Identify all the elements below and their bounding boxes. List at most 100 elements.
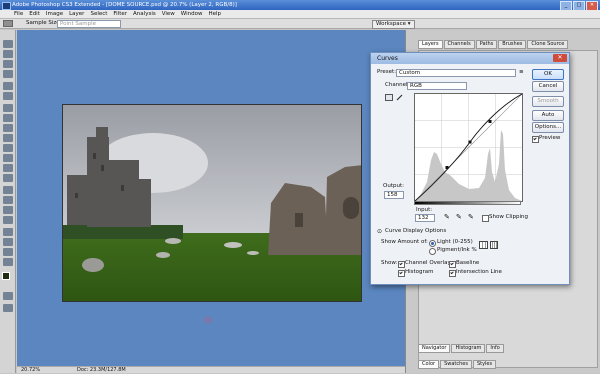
path-selection-tool-icon[interactable] xyxy=(3,206,13,214)
curves-title-bar[interactable]: Curves xyxy=(371,53,569,64)
curves-graph[interactable] xyxy=(414,93,523,202)
healing-brush-tool-icon[interactable] xyxy=(3,104,13,112)
zoom-tool-icon[interactable] xyxy=(3,258,13,266)
clone-stamp-tool-icon[interactable] xyxy=(3,124,13,132)
magic-wand-tool-icon[interactable] xyxy=(3,70,13,78)
histogram-label: Histogram xyxy=(405,269,434,275)
histogram-checkbox[interactable] xyxy=(398,270,405,277)
input-label: Input: xyxy=(416,207,433,213)
preset-select[interactable]: Custom xyxy=(396,69,516,77)
baseline-checkbox[interactable] xyxy=(449,261,456,268)
close-icon[interactable]: ✕ xyxy=(553,54,567,62)
preview-checkbox[interactable] xyxy=(532,136,539,143)
pigment-radio-label: Pigment/Ink % xyxy=(437,247,477,253)
hand-tool-icon[interactable] xyxy=(3,248,13,256)
tab-info[interactable]: Info xyxy=(486,344,504,353)
grid-4x4-icon[interactable] xyxy=(479,241,488,249)
options-button[interactable]: Options... xyxy=(532,122,564,133)
output-field[interactable]: 158 xyxy=(384,191,404,199)
menu-analysis[interactable]: Analysis xyxy=(133,11,156,17)
navigator-panel-tabs: Navigator Histogram Info xyxy=(418,344,504,353)
channel-overlays-label: Channel Overlays xyxy=(405,260,454,266)
menu-select[interactable]: Select xyxy=(90,11,107,17)
cancel-button[interactable]: Cancel xyxy=(532,81,564,92)
intersection-line-checkbox[interactable] xyxy=(449,270,456,277)
curve-display-options-label[interactable]: Curve Display Options xyxy=(385,228,446,235)
show-clipping-checkbox[interactable] xyxy=(482,215,489,222)
black-point-eyedropper-icon[interactable]: ✎ xyxy=(444,214,450,221)
pencil-icon[interactable] xyxy=(396,94,404,101)
color-panel-tabs: Color Swatches Styles xyxy=(418,360,497,369)
ok-button[interactable]: OK xyxy=(532,69,564,80)
channel-overlays-checkbox[interactable] xyxy=(398,261,405,268)
lasso-tool-icon[interactable] xyxy=(3,60,13,68)
input-gradient-bar xyxy=(414,201,521,205)
menu-layer[interactable]: Layer xyxy=(69,11,84,17)
eyedropper-tool-icon[interactable] xyxy=(3,92,13,100)
grid-10x10-icon[interactable] xyxy=(490,241,498,249)
smooth-button[interactable]: Smooth xyxy=(532,96,564,107)
move-tool-icon[interactable] xyxy=(3,40,13,48)
gray-point-eyedropper-icon[interactable]: ✎ xyxy=(456,214,462,221)
curve-point[interactable] xyxy=(445,166,449,169)
intersection-line-label: Intersection Line xyxy=(456,269,502,275)
eyedropper-sample-tool-icon[interactable] xyxy=(3,238,13,246)
curve-edit-points-icon[interactable] xyxy=(385,94,393,101)
preset-label: Preset: xyxy=(377,69,397,75)
preview-label: Preview xyxy=(539,135,561,141)
tab-paths[interactable]: Paths xyxy=(475,40,498,49)
dodge-tool-icon[interactable] xyxy=(3,174,13,182)
tab-channels[interactable]: Channels xyxy=(443,40,475,49)
tab-styles[interactable]: Styles xyxy=(472,360,497,369)
chevron-down-icon[interactable]: ⊙ xyxy=(377,228,382,235)
tab-navigator[interactable]: Navigator xyxy=(418,344,451,353)
input-field[interactable]: 132 xyxy=(415,214,435,222)
tab-brushes[interactable]: Brushes xyxy=(498,40,527,49)
menu-help[interactable]: Help xyxy=(208,11,221,17)
crop-tool-icon[interactable] xyxy=(3,82,13,90)
eyedropper-tool-icon[interactable] xyxy=(3,20,13,27)
menu-image[interactable]: Image xyxy=(46,11,63,17)
auto-button[interactable]: Auto xyxy=(532,110,564,121)
menu-window[interactable]: Window xyxy=(181,11,203,17)
options-bar: Sample Size: Point Sample Workspace ▾ xyxy=(0,19,600,29)
tab-histogram[interactable]: Histogram xyxy=(451,344,486,353)
crosshair-marker-icon xyxy=(205,317,211,323)
gradient-tool-icon[interactable] xyxy=(3,154,13,162)
foreground-color-swatch[interactable] xyxy=(2,272,10,280)
document-image[interactable] xyxy=(62,104,362,302)
channel-select[interactable]: RGB xyxy=(407,82,467,90)
curve-point[interactable] xyxy=(468,140,472,144)
notes-tool-icon[interactable] xyxy=(3,228,13,236)
menu-file[interactable]: File xyxy=(14,11,23,17)
preset-options-icon[interactable]: ≡ xyxy=(519,69,524,76)
menu-edit[interactable]: Edit xyxy=(29,11,40,17)
screen-mode-icon[interactable] xyxy=(3,304,13,312)
tab-color[interactable]: Color xyxy=(418,360,440,369)
menu-view[interactable]: View xyxy=(162,11,175,17)
sample-size-select[interactable]: Point Sample xyxy=(57,20,121,28)
photoshop-logo-icon xyxy=(2,2,11,10)
pen-tool-icon[interactable] xyxy=(3,186,13,194)
brush-tool-icon[interactable] xyxy=(3,114,13,122)
workspace-button[interactable]: Workspace ▾ xyxy=(372,20,415,29)
tab-layers[interactable]: Layers xyxy=(418,40,443,49)
tab-swatches[interactable]: Swatches xyxy=(440,360,472,369)
curve-plot[interactable] xyxy=(414,93,523,202)
blur-tool-icon[interactable] xyxy=(3,164,13,172)
baseline-label: Baseline xyxy=(456,260,480,266)
shape-tool-icon[interactable] xyxy=(3,216,13,224)
light-radio[interactable] xyxy=(429,240,436,247)
document-canvas[interactable] xyxy=(17,30,405,368)
eraser-tool-icon[interactable] xyxy=(3,144,13,152)
white-point-eyedropper-icon[interactable]: ✎ xyxy=(468,214,474,221)
menu-filter[interactable]: Filter xyxy=(113,11,127,17)
tab-clone-source[interactable]: Clone Source xyxy=(527,40,569,49)
curve-point[interactable] xyxy=(488,120,492,123)
curves-dialog: Curves ✕ Preset: Custom ≡ Channel: RGB O… xyxy=(370,52,570,285)
pigment-radio[interactable] xyxy=(429,248,436,255)
quick-mask-icon[interactable] xyxy=(3,292,13,300)
type-tool-icon[interactable] xyxy=(3,196,13,204)
history-brush-tool-icon[interactable] xyxy=(3,134,13,142)
marquee-tool-icon[interactable] xyxy=(3,50,13,58)
